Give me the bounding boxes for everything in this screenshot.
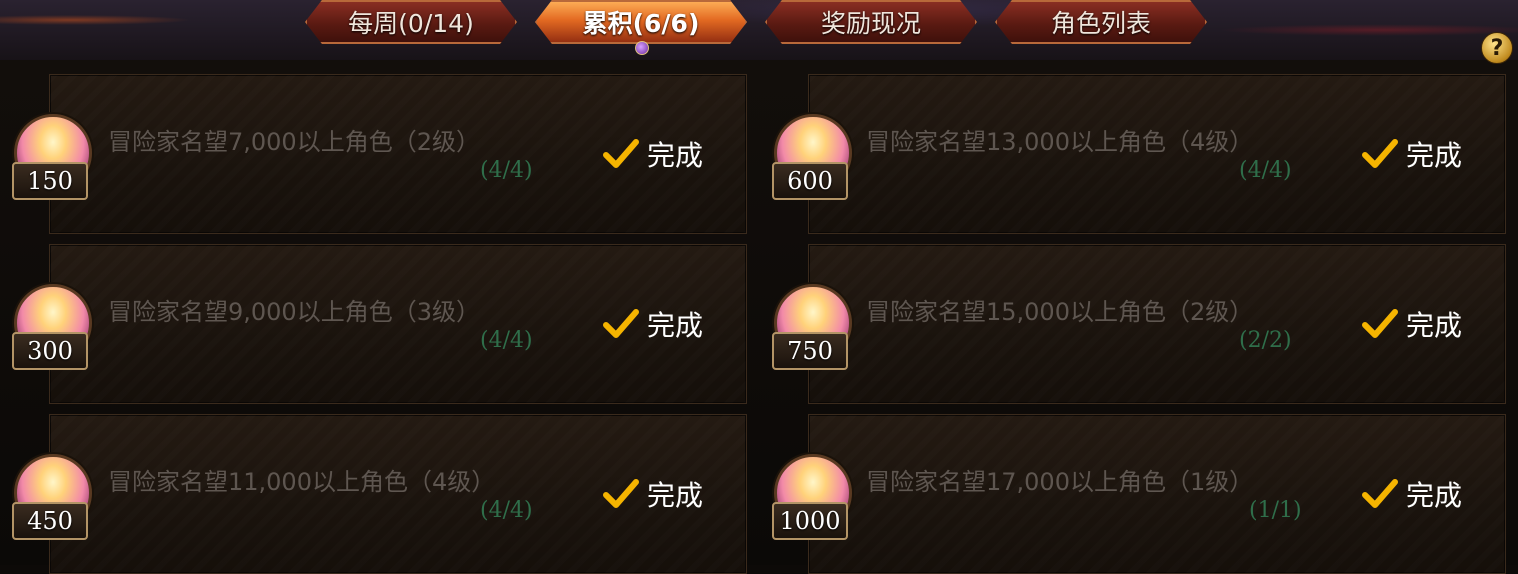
reward-value: 150 (12, 162, 88, 200)
tab-reward-status[interactable]: 奖励现况 (765, 0, 977, 44)
checkmark-icon (603, 139, 639, 168)
quest-complete-status: 完成 (603, 304, 703, 344)
quest-complete-status: 完成 (1362, 474, 1462, 514)
quest-progress: (1/1) (1249, 498, 1302, 523)
quest-progress: (4/4) (1239, 158, 1292, 183)
checkmark-icon (1362, 139, 1398, 168)
status-label: 完成 (1406, 479, 1463, 512)
quest-complete-status: 完成 (603, 474, 703, 514)
quest-title: 冒险家名望15,000以上角色（2级） (866, 298, 1254, 326)
quest-complete-status: 完成 (1362, 304, 1462, 344)
reward-value: 1000 (772, 502, 848, 540)
reward-medal-icon: 450 (10, 454, 92, 540)
reward-medal-icon: 300 (10, 284, 92, 370)
tab-character-list[interactable]: 角色列表 (995, 0, 1207, 44)
quest-progress: (4/4) (480, 498, 533, 523)
reward-medal-icon: 1000 (770, 454, 852, 540)
checkmark-icon (603, 479, 639, 508)
tab-cumulative[interactable]: 累积(6/6) (535, 0, 747, 44)
checkmark-icon (1362, 479, 1398, 508)
reward-medal-icon: 150 (10, 114, 92, 200)
status-label: 完成 (1406, 139, 1463, 172)
quest-progress: (4/4) (480, 328, 533, 353)
reward-value: 600 (772, 162, 848, 200)
quest-title: 冒险家名望9,000以上角色（3级） (108, 298, 480, 326)
quest-title: 冒险家名望13,000以上角色（4级） (866, 128, 1254, 156)
checkmark-icon (1362, 309, 1398, 338)
reward-medal-icon: 600 (770, 114, 852, 200)
quest-complete-status: 完成 (603, 134, 703, 174)
quest-title: 冒险家名望17,000以上角色（1级） (866, 468, 1254, 496)
help-icon[interactable]: ? (1481, 32, 1513, 64)
reward-medal-icon: 750 (770, 284, 852, 370)
checkmark-icon (603, 309, 639, 338)
quest-grid: 150 冒险家名望7,000以上角色（2级） (4/4) 完成 600 冒险家名… (0, 74, 1518, 574)
quest-title: 冒险家名望11,000以上角色（4级） (108, 468, 496, 496)
quest-progress: (2/2) (1239, 328, 1292, 353)
status-label: 完成 (647, 309, 704, 342)
tab-weekly[interactable]: 每周(0/14) (305, 0, 517, 44)
quest-progress: (4/4) (480, 158, 533, 183)
tab-bar: 每周(0/14) 累积(6/6) 奖励现况 角色列表 (0, 0, 1518, 55)
active-tab-indicator (635, 41, 649, 55)
status-label: 完成 (1406, 309, 1463, 342)
reward-value: 450 (12, 502, 88, 540)
status-label: 完成 (647, 139, 704, 172)
quest-title: 冒险家名望7,000以上角色（2级） (108, 128, 480, 156)
status-label: 完成 (647, 479, 704, 512)
quest-complete-status: 完成 (1362, 134, 1462, 174)
reward-value: 750 (772, 332, 848, 370)
reward-value: 300 (12, 332, 88, 370)
